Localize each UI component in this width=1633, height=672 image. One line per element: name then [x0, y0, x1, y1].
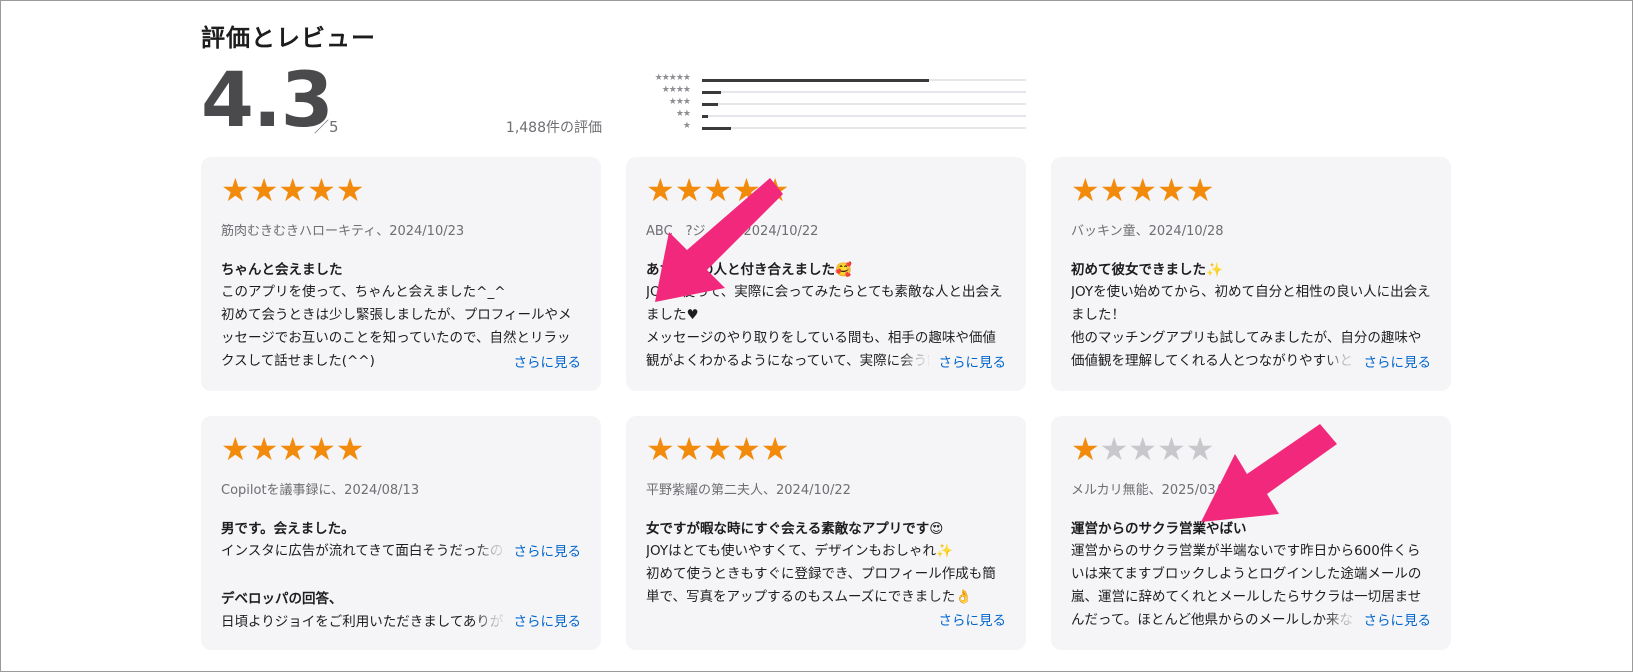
review-meta: Copilotを議事録に、2024/08/13 — [221, 483, 420, 498]
review-body-line: JOYを使い始めてから、初めて自分と相性の良い人に出会えました！ — [1071, 284, 1431, 323]
histogram-fill — [702, 103, 719, 106]
review-body: このアプリを使って、ちゃんと会えました^_^ 初めて会うときは少し緊張しましたが、… — [221, 281, 583, 391]
histogram-fill — [702, 127, 732, 130]
star-empty-icon: ★ — [1099, 430, 1129, 468]
star-empty-icon: ★ — [1128, 430, 1158, 468]
histogram-stars-icon: ★★★ — [668, 97, 691, 107]
developer-response-body: 日頃よりジョイをご利用いただきましてありがとう — [221, 614, 521, 630]
review-body: JOYを使って、実際に会ってみたらとても素敵な人と出会えました♥ メッセージのやり… — [646, 281, 1008, 391]
review-card: ★★★★★ 筋肉むきむきハローキティ、2024/10/23 ちゃんと会えました … — [201, 157, 601, 391]
review-title: 男です。会えました。 — [221, 521, 355, 537]
histogram-row: ★ — [612, 121, 1032, 134]
histogram-track — [702, 91, 1026, 94]
review-body-line: JOYはとても使いやすくて、デザインもおしゃれ✨ — [646, 543, 953, 559]
star-filled-icon: ★ — [307, 430, 336, 468]
review-body-line: 初めて使うときもすぐに登録でき、プロフィール作成も簡単で、写真をアップするのもス… — [646, 566, 996, 605]
review-meta: ABC ?ジ す、2024/10/22 — [646, 224, 819, 239]
star-filled-icon: ★ — [1157, 171, 1186, 209]
star-filled-icon: ★ — [674, 430, 704, 468]
review-meta: バッキン童、2024/10/28 — [1071, 224, 1224, 239]
rating-histogram: ★★★★★ ★★★★ ★★★ ★★ ★ — [612, 73, 1032, 134]
histogram-stars-icon: ★★ — [675, 109, 691, 119]
review-body-line: JOYを使って、実際に会ってみたらとても素敵な人と出会えました♥ — [646, 284, 1003, 323]
review-card: ★★★★★ ABC ?ジ す、2024/10/22 あたし の人と付き合えました… — [626, 157, 1026, 391]
histogram-stars-icon: ★★★★ — [661, 85, 691, 95]
star-rating: ★★★★★ — [221, 433, 364, 465]
star-filled-icon: ★ — [1128, 171, 1158, 209]
review-body: 運営からのサクラ営業が半端ないです昨日から600件くらいは来てますブロックしよう… — [1071, 540, 1433, 650]
star-filled-icon: ★ — [760, 171, 790, 209]
star-filled-icon: ★ — [646, 171, 675, 209]
review-card: ★★★★★ 平野紫耀の第二夫人、2024/10/22 女ですが暇な時にすぐ会える… — [626, 416, 1026, 650]
histogram-fill — [702, 115, 709, 118]
star-rating: ★★★★★ — [1071, 174, 1214, 206]
star-filled-icon: ★ — [278, 430, 308, 468]
star-filled-icon: ★ — [646, 430, 675, 468]
histogram-track — [702, 115, 1026, 118]
review-body: JOYを使い始めてから、初めて自分と相性の良い人に出会えました！ 他のマッチングア… — [1071, 281, 1433, 391]
review-title: 運営からのサクラ営業やばい — [1071, 521, 1247, 537]
star-filled-icon: ★ — [674, 171, 704, 209]
review-title: ちゃんと会えました — [221, 262, 343, 278]
star-filled-icon: ★ — [221, 171, 250, 209]
star-filled-icon: ★ — [732, 171, 761, 209]
more-link[interactable]: さらに見る — [1353, 351, 1431, 371]
star-filled-icon: ★ — [732, 430, 761, 468]
histogram-stars-icon: ★ — [682, 121, 691, 131]
star-filled-icon: ★ — [335, 430, 365, 468]
star-filled-icon: ★ — [760, 430, 790, 468]
rating-out-of: ／5 — [314, 118, 339, 136]
review-body-line: このアプリを使って、ちゃんと会えました^_^ — [221, 284, 506, 300]
star-filled-icon: ★ — [1071, 430, 1100, 468]
histogram-fill — [702, 91, 722, 94]
star-filled-icon: ★ — [249, 171, 279, 209]
rating-count: 1,488件の評価 — [505, 120, 602, 136]
star-filled-icon: ★ — [278, 171, 308, 209]
histogram-track — [702, 79, 1026, 82]
developer-response-title: デベロッパの回答、 — [221, 591, 343, 607]
histogram-fill — [702, 79, 929, 82]
star-filled-icon: ★ — [1185, 171, 1215, 209]
star-filled-icon: ★ — [335, 171, 365, 209]
developer-more-link[interactable]: さらに見る — [503, 610, 581, 630]
histogram-stars-icon: ★★★★★ — [654, 73, 691, 83]
star-filled-icon: ★ — [1099, 171, 1129, 209]
star-filled-icon: ★ — [249, 430, 279, 468]
more-link[interactable]: さらに見る — [928, 351, 1006, 371]
review-meta: 平野紫耀の第二夫人、2024/10/22 — [646, 483, 851, 498]
more-link[interactable]: さらに見る — [1353, 609, 1431, 629]
review-body: インスタに広告が流れてきて面白そうだったので — [221, 543, 517, 559]
more-link[interactable]: さらに見る — [503, 540, 581, 560]
more-link[interactable]: さらに見る — [928, 609, 1006, 629]
more-link[interactable]: さらに見る — [503, 351, 581, 371]
histogram-track — [702, 127, 1026, 130]
review-card: ★★★★★ バッキン童、2024/10/28 初めて彼女できました✨ JOYを使… — [1051, 157, 1451, 391]
star-rating: ★★★★★ — [646, 433, 789, 465]
star-rating: ★★★★★ — [646, 174, 789, 206]
review-meta: 筋肉むきむきハローキティ、2024/10/23 — [221, 224, 465, 239]
review-title: 女ですが暇な時にすぐ会える素敵なアプリです😍 — [646, 521, 944, 537]
star-rating: ★★★★★ — [1071, 433, 1214, 465]
histogram-track — [702, 103, 1026, 106]
review-title: 初めて彼女できました✨ — [1071, 262, 1223, 278]
section-title: 評価とレビュー — [201, 24, 376, 52]
star-filled-icon: ★ — [703, 171, 733, 209]
star-filled-icon: ★ — [1071, 171, 1100, 209]
histogram-row: ★★ — [612, 109, 1032, 122]
review-card: ★★★★★ メルカリ無能、2025/03/25 運営からのサクラ営業やばい 運営… — [1051, 416, 1451, 650]
star-empty-icon: ★ — [1185, 430, 1215, 468]
star-filled-icon: ★ — [703, 430, 733, 468]
review-card: ★★★★★ Copilotを議事録に、2024/08/13 男です。会えました。… — [201, 416, 601, 650]
review-body: JOYはとても使いやすくて、デザインもおしゃれ✨ 初めて使うときもすぐに登録でき、… — [646, 540, 1008, 609]
star-filled-icon: ★ — [307, 171, 336, 209]
review-title: あたし の人と付き合えました🥰 — [646, 262, 852, 278]
star-empty-icon: ★ — [1157, 430, 1186, 468]
star-filled-icon: ★ — [221, 430, 250, 468]
average-rating: 4.3 — [201, 55, 334, 144]
review-meta: メルカリ無能、2025/03/25 — [1071, 483, 1237, 498]
star-rating: ★★★★★ — [221, 174, 364, 206]
